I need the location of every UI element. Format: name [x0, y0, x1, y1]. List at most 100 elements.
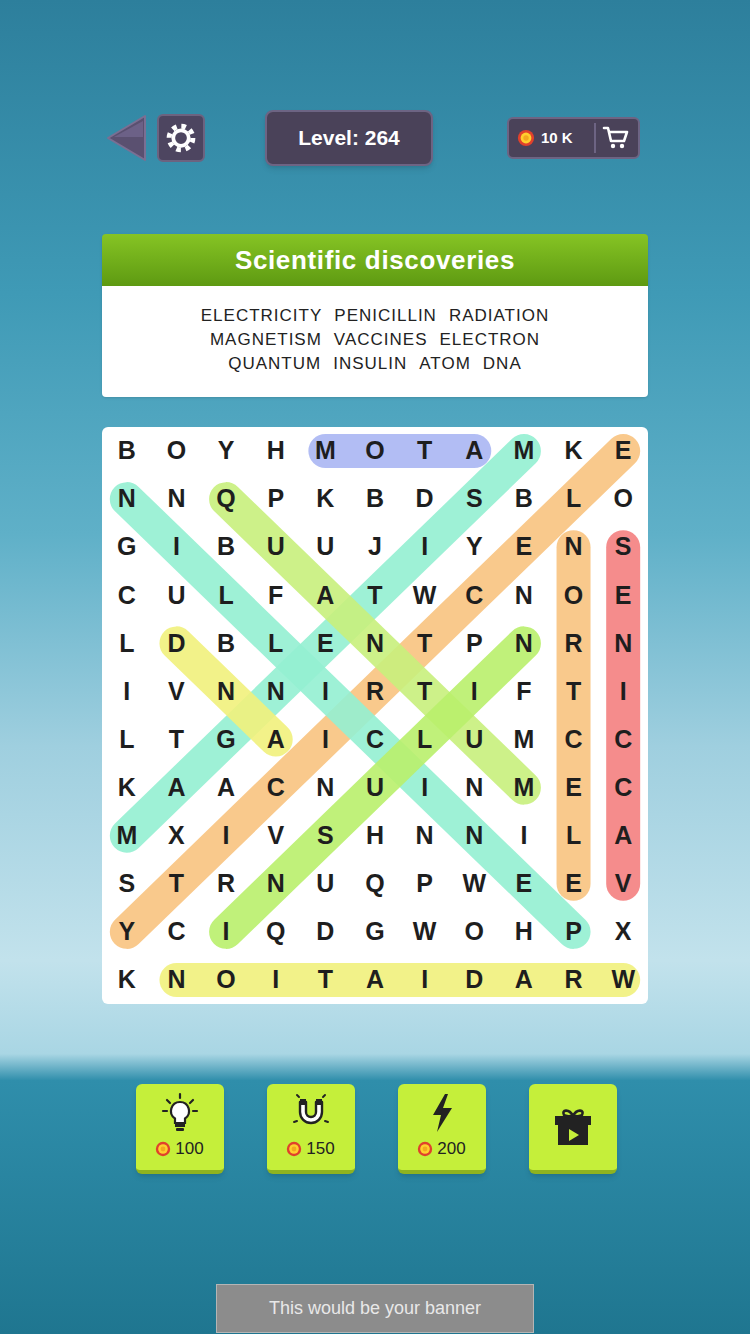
- letter-cell[interactable]: C: [251, 764, 301, 812]
- letter-cell[interactable]: Y: [102, 908, 152, 956]
- letter-cell[interactable]: N: [499, 571, 549, 619]
- letter-cell[interactable]: Q: [251, 908, 301, 956]
- letter-cell[interactable]: E: [499, 860, 549, 908]
- letter-cell[interactable]: I: [152, 523, 202, 571]
- letter-cell[interactable]: N: [549, 523, 599, 571]
- letter-cell[interactable]: V: [251, 812, 301, 860]
- letter-cell[interactable]: G: [201, 715, 251, 763]
- letter-cell[interactable]: K: [301, 475, 351, 523]
- letter-cell[interactable]: D: [152, 619, 202, 667]
- letter-cell[interactable]: W: [400, 908, 450, 956]
- letter-cell[interactable]: S: [301, 812, 351, 860]
- letter-cell[interactable]: N: [301, 764, 351, 812]
- letter-cell[interactable]: Q: [201, 475, 251, 523]
- letter-cell[interactable]: K: [102, 956, 152, 1004]
- powerup-button[interactable]: 100: [136, 1084, 224, 1174]
- powerup-button[interactable]: [529, 1084, 617, 1174]
- letter-cell[interactable]: H: [350, 812, 400, 860]
- letter-cell[interactable]: P: [251, 475, 301, 523]
- letter-cell[interactable]: T: [350, 571, 400, 619]
- letter-cell[interactable]: E: [598, 427, 648, 475]
- ad-banner[interactable]: This would be your banner: [216, 1284, 534, 1333]
- letter-cell[interactable]: Y: [201, 427, 251, 475]
- letter-cell[interactable]: I: [400, 956, 450, 1004]
- letter-cell[interactable]: E: [598, 571, 648, 619]
- letter-cell[interactable]: L: [549, 812, 599, 860]
- letter-cell[interactable]: S: [598, 523, 648, 571]
- letter-cell[interactable]: I: [301, 715, 351, 763]
- letter-cell[interactable]: A: [350, 956, 400, 1004]
- letter-cell[interactable]: S: [102, 860, 152, 908]
- letter-cell[interactable]: N: [152, 956, 202, 1004]
- letter-cell[interactable]: I: [251, 956, 301, 1004]
- letter-cell[interactable]: R: [549, 956, 599, 1004]
- letter-cell[interactable]: N: [400, 812, 450, 860]
- letter-cell[interactable]: Q: [350, 860, 400, 908]
- letter-cell[interactable]: B: [350, 475, 400, 523]
- letter-cell[interactable]: A: [201, 764, 251, 812]
- letter-cell[interactable]: T: [152, 860, 202, 908]
- letter-cell[interactable]: O: [449, 908, 499, 956]
- letter-cell[interactable]: C: [598, 715, 648, 763]
- letter-cell[interactable]: L: [400, 715, 450, 763]
- word-grid[interactable]: BOYHMOTAMKENNQPKBDSBLOGIBUUJIYENSCULFATW…: [102, 427, 648, 1004]
- letter-cell[interactable]: O: [350, 427, 400, 475]
- letter-cell[interactable]: T: [152, 715, 202, 763]
- letter-cell[interactable]: C: [549, 715, 599, 763]
- letter-cell[interactable]: P: [400, 860, 450, 908]
- letter-cell[interactable]: U: [251, 523, 301, 571]
- letter-cell[interactable]: C: [102, 571, 152, 619]
- letter-cell[interactable]: U: [301, 860, 351, 908]
- letter-cell[interactable]: E: [301, 619, 351, 667]
- letter-cell[interactable]: I: [449, 667, 499, 715]
- letter-cell[interactable]: C: [449, 571, 499, 619]
- letter-cell[interactable]: I: [400, 764, 450, 812]
- letter-cell[interactable]: U: [152, 571, 202, 619]
- letter-cell[interactable]: Y: [449, 523, 499, 571]
- letter-cell[interactable]: R: [201, 860, 251, 908]
- letter-cell[interactable]: M: [102, 812, 152, 860]
- letter-cell[interactable]: B: [499, 475, 549, 523]
- letter-cell[interactable]: E: [499, 523, 549, 571]
- letter-cell[interactable]: M: [301, 427, 351, 475]
- letter-cell[interactable]: N: [449, 764, 499, 812]
- letter-cell[interactable]: A: [598, 812, 648, 860]
- letter-cell[interactable]: M: [499, 764, 549, 812]
- letter-cell[interactable]: F: [499, 667, 549, 715]
- back-button[interactable]: [105, 113, 147, 163]
- letter-cell[interactable]: C: [350, 715, 400, 763]
- letter-cell[interactable]: N: [102, 475, 152, 523]
- letter-cell[interactable]: V: [152, 667, 202, 715]
- letter-cell[interactable]: N: [201, 667, 251, 715]
- letter-cell[interactable]: L: [102, 715, 152, 763]
- letter-cell[interactable]: T: [400, 667, 450, 715]
- letter-cell[interactable]: O: [201, 956, 251, 1004]
- letter-cell[interactable]: I: [102, 667, 152, 715]
- letter-cell[interactable]: K: [102, 764, 152, 812]
- letter-cell[interactable]: H: [251, 427, 301, 475]
- letter-cell[interactable]: G: [102, 523, 152, 571]
- letter-cell[interactable]: O: [152, 427, 202, 475]
- letter-cell[interactable]: E: [549, 764, 599, 812]
- letter-cell[interactable]: A: [152, 764, 202, 812]
- letter-cell[interactable]: N: [251, 667, 301, 715]
- letter-cell[interactable]: X: [598, 908, 648, 956]
- letter-cell[interactable]: J: [350, 523, 400, 571]
- letter-cell[interactable]: F: [251, 571, 301, 619]
- letter-cell[interactable]: I: [499, 812, 549, 860]
- letter-cell[interactable]: V: [598, 860, 648, 908]
- letter-cell[interactable]: C: [598, 764, 648, 812]
- letter-cell[interactable]: B: [201, 619, 251, 667]
- letter-cell[interactable]: K: [549, 427, 599, 475]
- settings-button[interactable]: [157, 114, 205, 162]
- letter-cell[interactable]: N: [152, 475, 202, 523]
- letter-cell[interactable]: T: [301, 956, 351, 1004]
- letter-cell[interactable]: U: [350, 764, 400, 812]
- letter-cell[interactable]: W: [400, 571, 450, 619]
- letter-cell[interactable]: N: [350, 619, 400, 667]
- letter-cell[interactable]: U: [449, 715, 499, 763]
- letter-cell[interactable]: N: [499, 619, 549, 667]
- letter-cell[interactable]: T: [549, 667, 599, 715]
- letter-cell[interactable]: E: [549, 860, 599, 908]
- letter-cell[interactable]: D: [449, 956, 499, 1004]
